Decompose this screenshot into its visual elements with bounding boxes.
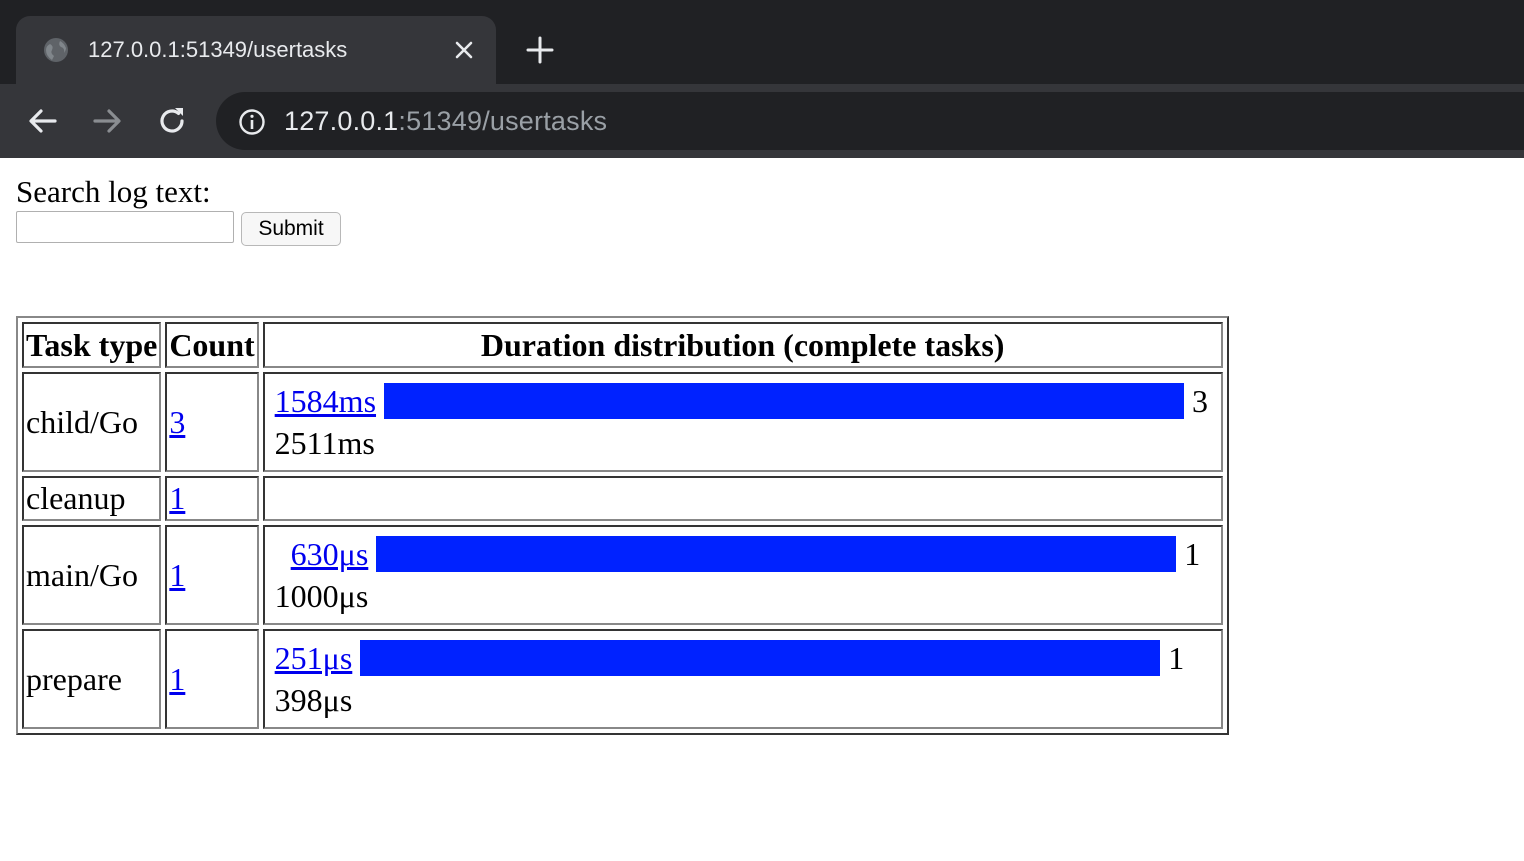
- back-arrow-icon[interactable]: [26, 104, 60, 138]
- count-link[interactable]: 3: [169, 404, 185, 440]
- count-cell: 1: [165, 629, 259, 729]
- task-type-cell: cleanup: [22, 476, 162, 521]
- task-type-cell: main/Go: [22, 525, 162, 625]
- histogram-bucket: 251μs 1: [275, 637, 1211, 679]
- task-type-cell: prepare: [22, 629, 162, 729]
- globe-icon: [44, 38, 68, 62]
- new-tab-plus-icon[interactable]: [524, 34, 556, 66]
- bucket-count: 1: [1184, 535, 1201, 572]
- url-text[interactable]: 127.0.0.1:51349/usertasks: [284, 106, 607, 136]
- submit-button[interactable]: Submit: [241, 212, 341, 246]
- usertasks-table: Task type Count Duration distribution (c…: [16, 316, 1229, 735]
- count-cell: 1: [165, 525, 259, 625]
- table-header-row: Task type Count Duration distribution (c…: [22, 322, 1223, 368]
- histogram-bucket: 630μs 1: [275, 533, 1211, 575]
- page-content: Search log text: Submit Task type Count …: [0, 158, 1524, 861]
- table-row: main/Go 1 630μs 1 1000μs: [22, 525, 1223, 625]
- bucket-end: 2511ms: [274, 425, 375, 461]
- reload-icon[interactable]: [155, 104, 189, 138]
- duration-distribution-cell: 630μs 1 1000μs: [262, 525, 1223, 625]
- count-cell: 3: [165, 372, 259, 472]
- header-task-type: Task type: [22, 322, 162, 368]
- bucket-count: 1: [1168, 639, 1185, 676]
- browser-tab[interactable]: 127.0.0.1:51349/usertasks: [16, 16, 496, 84]
- table-row: prepare 1 251μs 1 398μs: [22, 629, 1223, 729]
- address-bar[interactable]: 127.0.0.1:51349/usertasks: [216, 92, 1524, 150]
- close-icon[interactable]: [454, 40, 474, 60]
- table-row: cleanup 1: [22, 476, 1223, 521]
- bucket-end: 398μs: [274, 682, 353, 718]
- forward-arrow-icon[interactable]: [90, 104, 124, 138]
- duration-distribution-cell: 251μs 1 398μs: [262, 629, 1223, 729]
- bucket-start-link[interactable]: 251μs: [275, 640, 353, 677]
- tab-title: 127.0.0.1:51349/usertasks: [88, 37, 348, 62]
- info-icon[interactable]: [238, 108, 266, 136]
- url-host: 127.0.0.1: [284, 106, 399, 136]
- task-type-cell: child/Go: [22, 372, 162, 472]
- count-link[interactable]: 1: [169, 557, 185, 593]
- histogram-bar: [384, 383, 1185, 419]
- duration-distribution-cell: 1584ms 3 2511ms: [262, 372, 1223, 472]
- browser-toolbar: 127.0.0.1:51349/usertasks: [0, 84, 1524, 158]
- histogram-bar: [376, 536, 1177, 572]
- table-row: child/Go 3 1584ms 3 2511ms: [22, 372, 1223, 472]
- url-path: :51349/usertasks: [398, 106, 608, 136]
- header-count: Count: [165, 322, 259, 368]
- header-duration-distribution: Duration distribution (complete tasks): [262, 322, 1223, 368]
- histogram-bar: [360, 640, 1161, 676]
- search-input[interactable]: [16, 211, 234, 243]
- search-label: Search log text:: [16, 174, 211, 209]
- bucket-count: 3: [1192, 382, 1209, 419]
- duration-distribution-cell: [262, 476, 1223, 521]
- bucket-start-link[interactable]: 1584ms: [275, 383, 376, 420]
- count-link[interactable]: 1: [169, 480, 185, 516]
- bucket-end: 1000μs: [274, 578, 369, 614]
- histogram-bucket: 1584ms 3: [275, 380, 1211, 422]
- browser-tab-strip: 127.0.0.1:51349/usertasks: [0, 0, 1524, 84]
- count-cell: 1: [165, 476, 259, 521]
- count-link[interactable]: 1: [169, 661, 185, 697]
- bucket-start-link[interactable]: 630μs: [291, 536, 369, 573]
